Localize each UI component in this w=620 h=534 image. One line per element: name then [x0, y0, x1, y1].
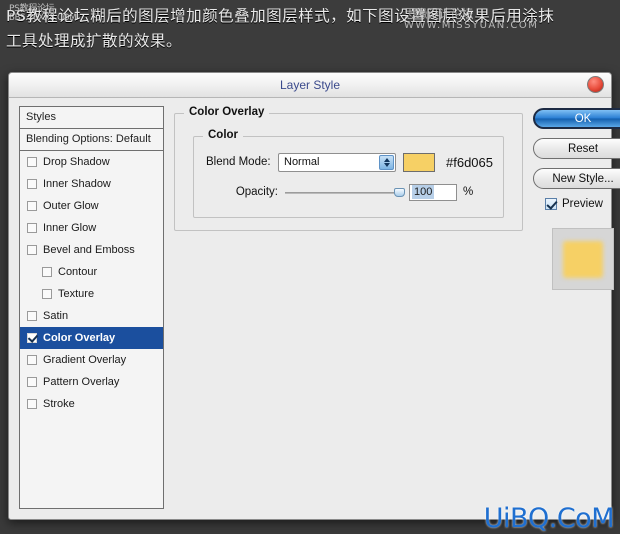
dialog-title-bar[interactable]: Layer Style: [9, 73, 611, 98]
checkbox-icon[interactable]: [27, 311, 37, 321]
tutorial-line-2: 工具处理成扩散的效果。: [6, 32, 183, 50]
ok-button[interactable]: OK: [533, 108, 620, 129]
actions-column: OK Reset New Style... Preview: [533, 106, 620, 509]
opacity-slider-knob[interactable]: [394, 187, 405, 197]
chevron-updown-icon[interactable]: [379, 154, 394, 170]
style-list-item-label: Inner Shadow: [43, 178, 111, 190]
checkbox-icon[interactable]: [27, 377, 37, 387]
preview-checkbox-icon[interactable]: [545, 198, 557, 210]
blending-options-item[interactable]: Blending Options: Default: [20, 129, 163, 151]
style-list-item[interactable]: Outer Glow: [20, 195, 163, 217]
preview-thumbnail: [552, 228, 614, 290]
dialog-body: Styles Blending Options: Default Drop Sh…: [9, 98, 620, 519]
preview-toggle[interactable]: Preview: [545, 198, 620, 210]
style-list-item[interactable]: Stroke: [20, 393, 163, 415]
style-list-item-label: Stroke: [43, 398, 75, 410]
style-list-item[interactable]: Gradient Overlay: [20, 349, 163, 371]
opacity-slider-track: [285, 191, 403, 194]
layer-style-dialog: Layer Style Styles Blending Options: Def…: [8, 72, 620, 520]
tutorial-text-band: PS教程论坛糊后的图层增加颜色叠加图层样式，如下图设置图层效果后用涂抹 工具处理…: [0, 0, 620, 70]
checkbox-icon[interactable]: [27, 201, 37, 211]
style-list-item[interactable]: Inner Glow: [20, 217, 163, 239]
opacity-input[interactable]: 100: [409, 183, 457, 201]
opacity-unit: %: [463, 186, 474, 198]
checkbox-icon[interactable]: [27, 245, 37, 255]
preview-label: Preview: [562, 198, 603, 210]
blend-mode-label: Blend Mode:: [206, 156, 271, 168]
checkbox-checked-icon[interactable]: [27, 333, 37, 343]
opacity-label: Opacity:: [235, 186, 278, 198]
style-list-item[interactable]: Drop Shadow: [20, 151, 163, 173]
style-list-item[interactable]: Inner Shadow: [20, 173, 163, 195]
checkbox-icon[interactable]: [42, 289, 52, 299]
dialog-title: Layer Style: [279, 78, 341, 92]
opacity-slider[interactable]: [285, 183, 405, 202]
color-overlay-section: Color Overlay Color Blend Mode: Normal #…: [174, 106, 523, 231]
color-overlay-title: Color Overlay: [184, 106, 270, 118]
style-list-item-label: Texture: [58, 288, 95, 300]
opacity-value: 100: [412, 185, 435, 199]
style-list-item-label: Pattern Overlay: [43, 376, 120, 388]
blend-mode-value: Normal: [284, 156, 320, 168]
style-list-item-label: Color Overlay: [43, 332, 116, 344]
checkbox-icon[interactable]: [27, 399, 37, 409]
style-list-item[interactable]: Pattern Overlay: [20, 371, 163, 393]
style-list-item[interactable]: Bevel and Emboss: [20, 239, 163, 261]
styles-item-list: Drop Shadow Inner Shadow Outer Glow Inner G…: [20, 151, 163, 415]
style-list-item[interactable]: Texture: [20, 283, 163, 305]
styles-header: Styles: [20, 107, 163, 129]
style-list-item-label: Satin: [43, 310, 69, 322]
preview-thumbnail-shape: [563, 240, 603, 278]
style-list-item[interactable]: Contour: [20, 261, 163, 283]
watermark-missyuan: 思缘设计论坛 WWW.MISSYUAN.COM: [404, 8, 538, 32]
reset-button[interactable]: Reset: [533, 138, 620, 159]
blend-mode-select[interactable]: Normal: [278, 152, 396, 172]
checkbox-icon[interactable]: [27, 179, 37, 189]
close-icon[interactable]: [587, 76, 604, 93]
style-list-item-label: Drop Shadow: [43, 156, 110, 168]
watermark-bbs: PS教程论坛 BBS.16XX8.COM: [9, 5, 77, 23]
blend-mode-row: Blend Mode: Normal #f6d065: [206, 151, 493, 173]
checkbox-icon[interactable]: [27, 157, 37, 167]
color-hex-label: #f6d065: [446, 154, 493, 170]
watermark-missyuan-line-2: WWW.MISSYUAN.COM: [404, 20, 539, 31]
watermark-uibq: UiBQ.CoM: [483, 503, 615, 534]
style-list-item-label: Gradient Overlay: [43, 354, 127, 366]
style-list-item-label: Inner Glow: [43, 222, 97, 234]
color-group-title: Color: [203, 129, 244, 141]
watermark-bbs-line-2: BBS.16XX8.COM: [9, 13, 77, 23]
new-style-button[interactable]: New Style...: [533, 168, 620, 189]
watermark-missyuan-line-1: 思缘设计论坛: [404, 7, 474, 21]
styles-column: Styles Blending Options: Default Drop Sh…: [19, 106, 164, 509]
style-list-item-label: Bevel and Emboss: [43, 244, 135, 256]
opacity-row: Opacity: 100 %: [206, 181, 493, 203]
style-list-item[interactable]: Color Overlay: [20, 327, 163, 349]
style-list-item-label: Contour: [58, 266, 98, 278]
checkbox-icon[interactable]: [27, 223, 37, 233]
color-swatch[interactable]: [403, 152, 435, 172]
styles-listbox[interactable]: Styles Blending Options: Default Drop Sh…: [19, 106, 164, 509]
style-list-item[interactable]: Satin: [20, 305, 163, 327]
style-list-item-label: Outer Glow: [43, 200, 99, 212]
checkbox-icon[interactable]: [42, 267, 52, 277]
color-group: Color Blend Mode: Normal #f6d065 Opacity…: [193, 129, 504, 218]
settings-column: Color Overlay Color Blend Mode: Normal #…: [174, 106, 523, 509]
checkbox-icon[interactable]: [27, 355, 37, 365]
